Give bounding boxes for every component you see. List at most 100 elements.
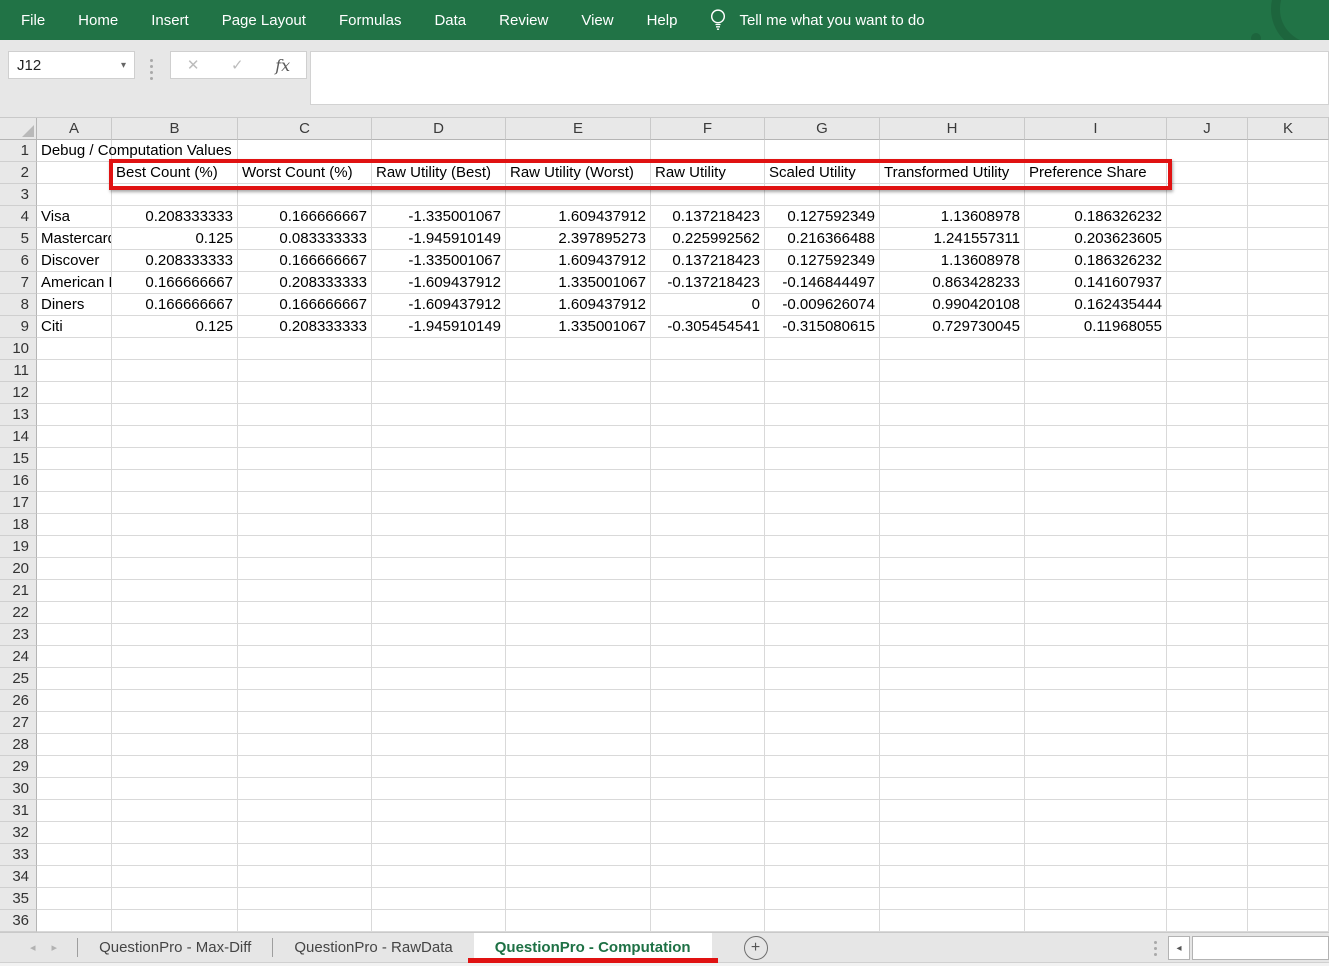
cell-J12[interactable] bbox=[1167, 382, 1248, 404]
cell-B3[interactable] bbox=[112, 184, 238, 206]
row-header-7[interactable]: 7 bbox=[0, 272, 37, 294]
formula-bar-resize-handle[interactable] bbox=[150, 59, 153, 80]
cell-E6[interactable]: 1.609437912 bbox=[506, 250, 651, 272]
cell-H18[interactable] bbox=[880, 514, 1025, 536]
cell-K13[interactable] bbox=[1248, 404, 1329, 426]
cell-K25[interactable] bbox=[1248, 668, 1329, 690]
cell-D27[interactable] bbox=[372, 712, 506, 734]
cell-E11[interactable] bbox=[506, 360, 651, 382]
cell-D20[interactable] bbox=[372, 558, 506, 580]
cell-G12[interactable] bbox=[765, 382, 880, 404]
cell-J2[interactable] bbox=[1167, 162, 1248, 184]
cell-J20[interactable] bbox=[1167, 558, 1248, 580]
cell-B22[interactable] bbox=[112, 602, 238, 624]
cell-B35[interactable] bbox=[112, 888, 238, 910]
cell-E14[interactable] bbox=[506, 426, 651, 448]
cell-B33[interactable] bbox=[112, 844, 238, 866]
cell-H10[interactable] bbox=[880, 338, 1025, 360]
cell-I32[interactable] bbox=[1025, 822, 1167, 844]
cell-C17[interactable] bbox=[238, 492, 372, 514]
cell-J3[interactable] bbox=[1167, 184, 1248, 206]
cell-D21[interactable] bbox=[372, 580, 506, 602]
cell-B14[interactable] bbox=[112, 426, 238, 448]
cell-B11[interactable] bbox=[112, 360, 238, 382]
cell-I5[interactable]: 0.203623605 bbox=[1025, 228, 1167, 250]
column-header-E[interactable]: E bbox=[506, 118, 651, 140]
cell-E26[interactable] bbox=[506, 690, 651, 712]
cell-E23[interactable] bbox=[506, 624, 651, 646]
cell-C29[interactable] bbox=[238, 756, 372, 778]
cell-D33[interactable] bbox=[372, 844, 506, 866]
cell-K12[interactable] bbox=[1248, 382, 1329, 404]
cell-E29[interactable] bbox=[506, 756, 651, 778]
ribbon-tab-file[interactable]: File bbox=[21, 12, 45, 29]
cell-F27[interactable] bbox=[651, 712, 765, 734]
cell-A32[interactable] bbox=[37, 822, 112, 844]
formula-input[interactable] bbox=[310, 51, 1329, 105]
cell-A3[interactable] bbox=[37, 184, 112, 206]
cell-G26[interactable] bbox=[765, 690, 880, 712]
ribbon-tab-review[interactable]: Review bbox=[499, 12, 548, 29]
cell-B15[interactable] bbox=[112, 448, 238, 470]
cell-H15[interactable] bbox=[880, 448, 1025, 470]
cell-A26[interactable] bbox=[37, 690, 112, 712]
cell-C27[interactable] bbox=[238, 712, 372, 734]
cell-D25[interactable] bbox=[372, 668, 506, 690]
row-header-28[interactable]: 28 bbox=[0, 734, 37, 756]
cell-I36[interactable] bbox=[1025, 910, 1167, 932]
cell-A10[interactable] bbox=[37, 338, 112, 360]
cell-H28[interactable] bbox=[880, 734, 1025, 756]
cell-D28[interactable] bbox=[372, 734, 506, 756]
cell-K28[interactable] bbox=[1248, 734, 1329, 756]
cell-J21[interactable] bbox=[1167, 580, 1248, 602]
cell-I6[interactable]: 0.186326232 bbox=[1025, 250, 1167, 272]
cell-A29[interactable] bbox=[37, 756, 112, 778]
hscroll-track[interactable] bbox=[1192, 936, 1329, 960]
column-header-H[interactable]: H bbox=[880, 118, 1025, 140]
cell-K5[interactable] bbox=[1248, 228, 1329, 250]
cell-E10[interactable] bbox=[506, 338, 651, 360]
cell-G5[interactable]: 0.216366488 bbox=[765, 228, 880, 250]
cell-K26[interactable] bbox=[1248, 690, 1329, 712]
cell-K15[interactable] bbox=[1248, 448, 1329, 470]
cell-J18[interactable] bbox=[1167, 514, 1248, 536]
cell-B26[interactable] bbox=[112, 690, 238, 712]
cell-J25[interactable] bbox=[1167, 668, 1248, 690]
cell-I7[interactable]: 0.141607937 bbox=[1025, 272, 1167, 294]
cell-A20[interactable] bbox=[37, 558, 112, 580]
cell-E5[interactable]: 2.397895273 bbox=[506, 228, 651, 250]
row-header-2[interactable]: 2 bbox=[0, 162, 37, 184]
cell-I21[interactable] bbox=[1025, 580, 1167, 602]
cell-E35[interactable] bbox=[506, 888, 651, 910]
cell-D18[interactable] bbox=[372, 514, 506, 536]
cell-E30[interactable] bbox=[506, 778, 651, 800]
cell-F17[interactable] bbox=[651, 492, 765, 514]
hscroll-left-button[interactable]: ◂ bbox=[1168, 936, 1190, 960]
cell-A12[interactable] bbox=[37, 382, 112, 404]
cell-K4[interactable] bbox=[1248, 206, 1329, 228]
row-header-35[interactable]: 35 bbox=[0, 888, 37, 910]
cell-I34[interactable] bbox=[1025, 866, 1167, 888]
cell-B23[interactable] bbox=[112, 624, 238, 646]
cell-A28[interactable] bbox=[37, 734, 112, 756]
cell-E2[interactable]: Raw Utility (Worst) bbox=[506, 162, 651, 184]
cell-G16[interactable] bbox=[765, 470, 880, 492]
cell-I2[interactable]: Preference Share bbox=[1025, 162, 1167, 184]
cell-G2[interactable]: Scaled Utility bbox=[765, 162, 880, 184]
cell-K2[interactable] bbox=[1248, 162, 1329, 184]
cell-F7[interactable]: -0.137218423 bbox=[651, 272, 765, 294]
cell-K6[interactable] bbox=[1248, 250, 1329, 272]
cell-F18[interactable] bbox=[651, 514, 765, 536]
row-header-30[interactable]: 30 bbox=[0, 778, 37, 800]
cell-J16[interactable] bbox=[1167, 470, 1248, 492]
cell-I30[interactable] bbox=[1025, 778, 1167, 800]
cell-K30[interactable] bbox=[1248, 778, 1329, 800]
cell-I31[interactable] bbox=[1025, 800, 1167, 822]
cell-H6[interactable]: 1.13608978 bbox=[880, 250, 1025, 272]
cell-F6[interactable]: 0.137218423 bbox=[651, 250, 765, 272]
cell-A7[interactable]: American Express bbox=[37, 272, 112, 294]
cell-J19[interactable] bbox=[1167, 536, 1248, 558]
cell-F5[interactable]: 0.225992562 bbox=[651, 228, 765, 250]
cell-K17[interactable] bbox=[1248, 492, 1329, 514]
column-header-J[interactable]: J bbox=[1167, 118, 1248, 140]
